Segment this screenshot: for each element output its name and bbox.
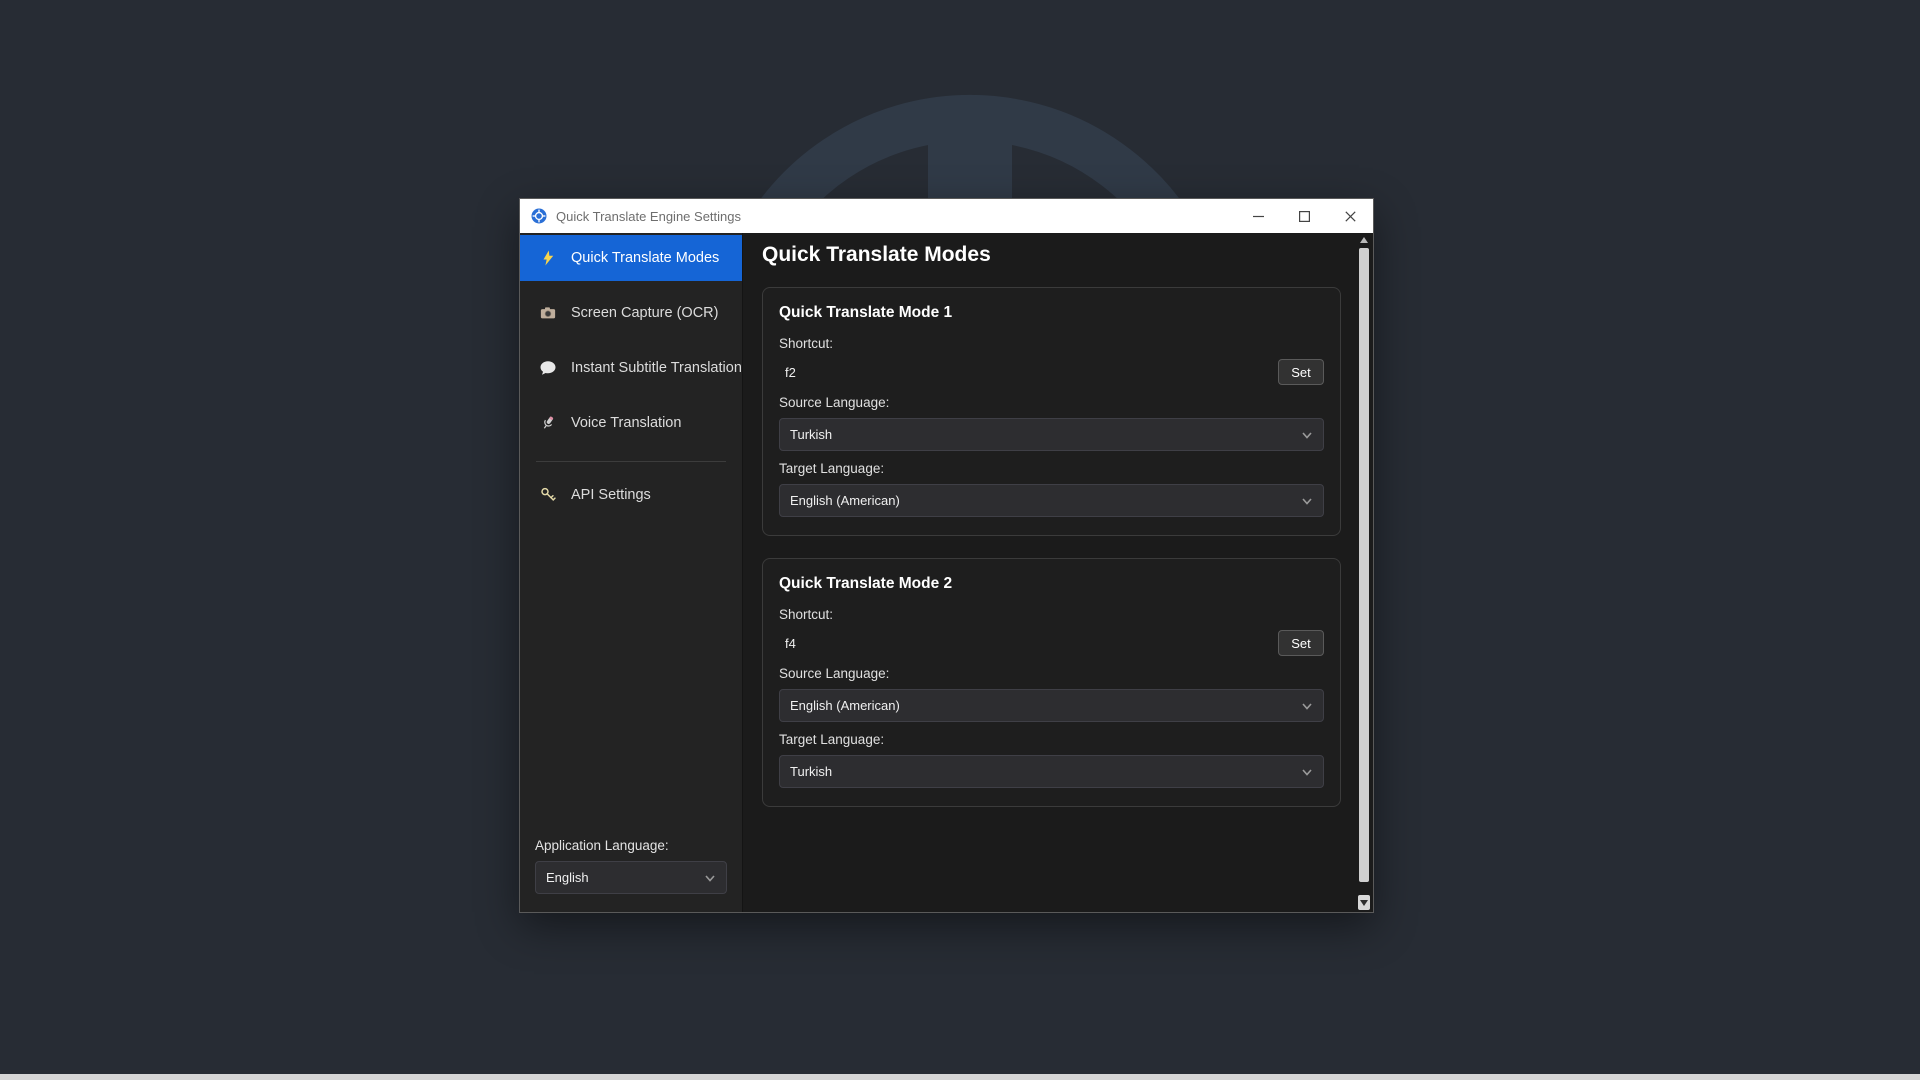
desktop-background: Quick Translate Engine Settings xyxy=(0,0,1920,1080)
key-icon xyxy=(538,485,558,505)
minimize-icon xyxy=(1253,211,1264,222)
application-language-section: Application Language: English xyxy=(520,838,742,912)
settings-window: Quick Translate Engine Settings xyxy=(520,199,1373,912)
application-language-label: Application Language: xyxy=(535,838,727,853)
sidebar-item-voice-translation[interactable]: Voice Translation xyxy=(520,400,742,446)
set-shortcut-button[interactable]: Set xyxy=(1278,630,1324,656)
shortcut-label: Shortcut: xyxy=(779,607,1324,622)
set-shortcut-button[interactable]: Set xyxy=(1278,359,1324,385)
sidebar-item-label: Instant Subtitle Translation xyxy=(571,360,742,376)
taskbar-edge xyxy=(0,1074,1920,1080)
shortcut-label: Shortcut: xyxy=(779,336,1324,351)
window-titlebar[interactable]: Quick Translate Engine Settings xyxy=(520,199,1373,233)
page-title: Quick Translate Modes xyxy=(762,243,1342,267)
maximize-button[interactable] xyxy=(1281,199,1327,233)
close-icon xyxy=(1345,211,1356,222)
window-body: Quick Translate Modes Screen Capture (OC… xyxy=(520,233,1373,912)
scroll-up-icon[interactable] xyxy=(1360,237,1368,243)
sidebar-item-label: Screen Capture (OCR) xyxy=(571,305,718,321)
chevron-down-icon xyxy=(704,872,716,884)
target-language-label: Target Language: xyxy=(779,732,1324,747)
quick-translate-mode-1-card: Quick Translate Mode 1 Shortcut: f2 Set … xyxy=(762,287,1341,536)
sidebar: Quick Translate Modes Screen Capture (OC… xyxy=(520,233,743,912)
lightning-bolt-icon xyxy=(538,248,558,268)
target-language-select[interactable]: English (American) xyxy=(779,484,1324,517)
vertical-scrollbar[interactable] xyxy=(1358,235,1370,910)
sidebar-divider xyxy=(536,461,726,462)
microphone-icon xyxy=(538,413,558,433)
source-language-value: Turkish xyxy=(790,427,832,442)
source-language-select[interactable]: English (American) xyxy=(779,689,1324,722)
source-language-select[interactable]: Turkish xyxy=(779,418,1324,451)
window-title: Quick Translate Engine Settings xyxy=(556,209,1235,224)
sidebar-item-label: API Settings xyxy=(571,487,651,503)
sidebar-item-label: Voice Translation xyxy=(571,415,681,431)
sidebar-item-label: Quick Translate Modes xyxy=(571,250,719,266)
target-language-select[interactable]: Turkish xyxy=(779,755,1324,788)
speech-bubble-icon xyxy=(538,358,558,378)
chevron-down-icon xyxy=(1301,766,1313,778)
camera-icon xyxy=(538,303,558,323)
app-icon xyxy=(530,207,548,225)
sidebar-item-screen-capture-ocr[interactable]: Screen Capture (OCR) xyxy=(520,290,742,336)
close-button[interactable] xyxy=(1327,199,1373,233)
application-language-value: English xyxy=(546,870,589,885)
chevron-down-icon xyxy=(1301,700,1313,712)
sidebar-item-api-settings[interactable]: API Settings xyxy=(520,472,742,518)
scroll-down-icon xyxy=(1360,900,1368,906)
application-language-select[interactable]: English xyxy=(535,861,727,894)
target-language-value: English (American) xyxy=(790,493,900,508)
maximize-icon xyxy=(1299,211,1310,222)
shortcut-value: f4 xyxy=(779,636,796,651)
scrollbar-thumb[interactable] xyxy=(1359,248,1369,882)
minimize-button[interactable] xyxy=(1235,199,1281,233)
shortcut-row: f4 Set xyxy=(779,630,1324,656)
source-language-label: Source Language: xyxy=(779,666,1324,681)
source-language-value: English (American) xyxy=(790,698,900,713)
target-language-value: Turkish xyxy=(790,764,832,779)
quick-translate-mode-2-card: Quick Translate Mode 2 Shortcut: f4 Set … xyxy=(762,558,1341,807)
card-title: Quick Translate Mode 2 xyxy=(779,575,1324,593)
source-language-label: Source Language: xyxy=(779,395,1324,410)
window-controls xyxy=(1235,199,1373,233)
card-title: Quick Translate Mode 1 xyxy=(779,304,1324,322)
target-language-label: Target Language: xyxy=(779,461,1324,476)
sidebar-item-instant-subtitle-translation[interactable]: Instant Subtitle Translation xyxy=(520,345,742,391)
main-content: Quick Translate Modes Quick Translate Mo… xyxy=(743,233,1373,912)
chevron-down-icon xyxy=(1301,429,1313,441)
scroll-down-button[interactable] xyxy=(1358,895,1370,910)
sidebar-item-quick-translate-modes[interactable]: Quick Translate Modes xyxy=(520,235,742,281)
shortcut-row: f2 Set xyxy=(779,359,1324,385)
shortcut-value: f2 xyxy=(779,365,796,380)
chevron-down-icon xyxy=(1301,495,1313,507)
